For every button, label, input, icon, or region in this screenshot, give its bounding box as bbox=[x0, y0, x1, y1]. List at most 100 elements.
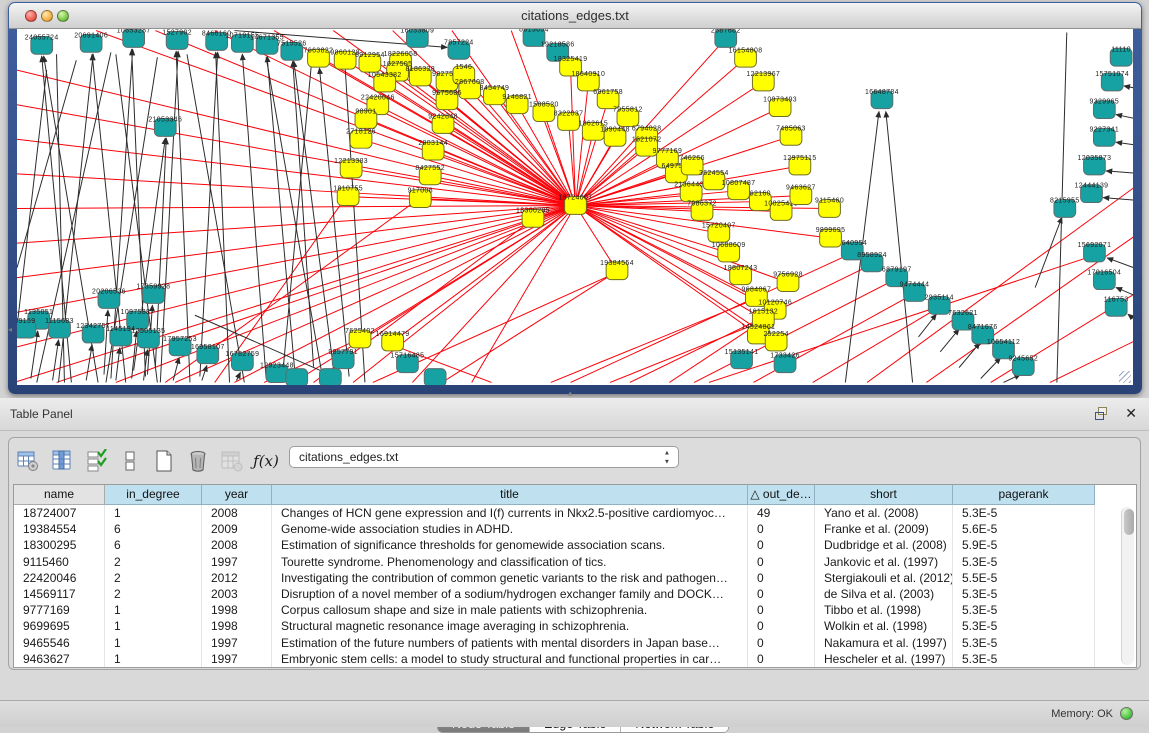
canvas-resize-grip[interactable] bbox=[1119, 371, 1131, 383]
delete-table-icon[interactable] bbox=[185, 448, 211, 474]
scrollbar-thumb[interactable] bbox=[1124, 509, 1134, 535]
graph-node[interactable] bbox=[286, 369, 308, 385]
column-header-name[interactable]: name bbox=[14, 485, 105, 505]
citation-graph[interactable]: 2405572420691406106532871527902846616010… bbox=[17, 29, 1133, 385]
table-row[interactable]: 1872400712008Changes of HCN gene express… bbox=[14, 505, 1136, 521]
table-row[interactable]: 911546021997Tourette syndrome. Phenomeno… bbox=[14, 554, 1136, 570]
cell-name: 9699695 bbox=[14, 618, 105, 634]
graph-edge bbox=[53, 340, 59, 381]
cell-year: 1998 bbox=[202, 602, 272, 618]
table-row[interactable]: 969969511998Structural magnetic resonanc… bbox=[14, 618, 1136, 634]
graph-edge bbox=[1128, 314, 1133, 327]
graph-edge bbox=[266, 57, 323, 382]
graph-node-label: 1990448 bbox=[600, 126, 630, 133]
select-columns-icon[interactable] bbox=[83, 448, 109, 474]
graph-node-label: 1615132 bbox=[748, 308, 778, 315]
graph-node-label: 1546 bbox=[455, 64, 472, 71]
close-panel-icon[interactable]: ✕ bbox=[1125, 405, 1137, 421]
cell-short: Franke et al. (2009) bbox=[815, 521, 953, 537]
graph-node-label: 9684067 bbox=[742, 287, 772, 294]
column-header-pagerank[interactable]: pagerank bbox=[953, 485, 1095, 505]
column-header-year[interactable]: year bbox=[202, 485, 272, 505]
graph-node-label: 8813054 bbox=[519, 29, 549, 34]
cell-out_de: 0 bbox=[748, 602, 815, 618]
table-row[interactable]: 2242004622012Investigating the contribut… bbox=[14, 570, 1136, 586]
cell-title: Investigating the contribution of common… bbox=[272, 570, 748, 586]
graph-node-label: 10975887 bbox=[121, 309, 155, 316]
graph-node-label: 10807487 bbox=[722, 180, 756, 187]
graph-node-label: 252254 bbox=[763, 331, 788, 338]
memory-status-label: Memory: OK bbox=[1051, 708, 1113, 720]
graph-node-label: 16914479 bbox=[376, 331, 410, 338]
graph-node-label: 1733426 bbox=[770, 353, 800, 360]
cell-year: 1997 bbox=[202, 635, 272, 651]
graph-node-label: 15692071 bbox=[1078, 242, 1112, 249]
cell-title: Estimation of the future numbers of pati… bbox=[272, 635, 748, 651]
table-selector-dropdown[interactable]: citations_edges.txt ▲ ▼ bbox=[289, 446, 679, 468]
graph-edge bbox=[551, 299, 755, 382]
network-canvas[interactable]: 2405572420691406106532871527902846616010… bbox=[17, 29, 1133, 385]
graph-node-label: 15716485 bbox=[391, 353, 425, 360]
graph-node-label: 1527902 bbox=[162, 30, 192, 37]
column-header-in_degree[interactable]: in_degree bbox=[105, 485, 202, 505]
graph-edge bbox=[293, 61, 314, 366]
table-row[interactable]: 1938455462009Genome-wide association stu… bbox=[14, 521, 1136, 537]
left-splitter-arrow[interactable]: ◂ bbox=[8, 322, 15, 338]
graph-edge bbox=[1124, 86, 1133, 90]
cell-year: 2008 bbox=[202, 537, 272, 553]
graph-node-label: 9329965 bbox=[1090, 99, 1120, 106]
row-height-icon[interactable] bbox=[117, 448, 143, 474]
graph-node-label: 16782759 bbox=[225, 351, 259, 358]
graph-node-label: 116753 bbox=[1104, 296, 1129, 303]
cell-out_de: 0 bbox=[748, 554, 815, 570]
graph-edge bbox=[1116, 142, 1133, 146]
table-row[interactable]: 977716911998Corpus callosum shape and si… bbox=[14, 602, 1136, 618]
graph-node[interactable] bbox=[424, 369, 446, 385]
graph-edge bbox=[981, 358, 1001, 379]
splitter-grip-icon[interactable]: ▴ bbox=[568, 388, 573, 399]
column-header-title[interactable]: title bbox=[272, 485, 748, 505]
graph-node-label: 16154808 bbox=[729, 47, 763, 54]
graph-node-label: 9756928 bbox=[773, 272, 803, 279]
graph-node-label: 2718126 bbox=[346, 128, 376, 135]
function-builder-icon[interactable]: ƒ(x) bbox=[253, 448, 279, 474]
insert-column-icon[interactable] bbox=[49, 448, 75, 474]
table-row[interactable]: 946554611997Estimation of the future num… bbox=[14, 635, 1136, 651]
cell-year: 1997 bbox=[202, 554, 272, 570]
graph-edge bbox=[17, 174, 575, 206]
table-settings-icon[interactable] bbox=[15, 448, 41, 474]
network-view-window: citations_edges.txt 24055724206914061065… bbox=[8, 2, 1142, 394]
column-header-short[interactable]: short bbox=[815, 485, 953, 505]
cell-year: 2003 bbox=[202, 586, 272, 602]
graph-node-label: 7986372 bbox=[687, 201, 717, 208]
cell-name: 14569117 bbox=[14, 586, 105, 602]
graph-edge bbox=[1035, 217, 1062, 287]
cell-in_degree: 2 bbox=[105, 554, 202, 570]
float-panel-icon[interactable] bbox=[1095, 407, 1109, 420]
table-row[interactable]: 1830029562008Estimation of significance … bbox=[14, 537, 1136, 553]
cell-in_degree: 1 bbox=[105, 635, 202, 651]
graph-node[interactable] bbox=[319, 369, 341, 385]
cell-pagerank: 5.3E-5 bbox=[953, 505, 1095, 521]
vertical-scrollbar[interactable] bbox=[1121, 507, 1134, 665]
cell-out_de: 0 bbox=[748, 635, 815, 651]
table-row[interactable]: 946362711997Embryonic stem cells: a mode… bbox=[14, 651, 1136, 667]
column-header-out_de[interactable]: △ out_de… bbox=[748, 485, 815, 505]
cell-pagerank: 5.3E-5 bbox=[953, 602, 1095, 618]
cell-name: 22420046 bbox=[14, 570, 105, 586]
graph-node-label: 9857791 bbox=[328, 349, 358, 356]
memory-ok-icon[interactable] bbox=[1120, 707, 1133, 720]
new-table-icon[interactable] bbox=[151, 448, 177, 474]
cell-out_de: 0 bbox=[748, 651, 815, 667]
cell-pagerank: 5.3E-5 bbox=[953, 586, 1095, 602]
graph-node-label: 20691406 bbox=[74, 32, 108, 39]
cell-title: Embryonic stem cells: a model to study s… bbox=[272, 651, 748, 667]
table-row[interactable]: 1456911722003Disruption of a novel membe… bbox=[14, 586, 1136, 602]
graph-edge bbox=[1103, 198, 1133, 201]
window-titlebar[interactable]: citations_edges.txt bbox=[9, 3, 1141, 29]
graph-node-label: 21053346 bbox=[148, 116, 182, 123]
graph-node-label: 9245652 bbox=[1008, 356, 1038, 363]
table-panel-header: ▴ Table Panel ✕ bbox=[0, 398, 1149, 431]
graph-edge bbox=[17, 60, 76, 268]
graph-node-label: 17016504 bbox=[1087, 270, 1121, 277]
